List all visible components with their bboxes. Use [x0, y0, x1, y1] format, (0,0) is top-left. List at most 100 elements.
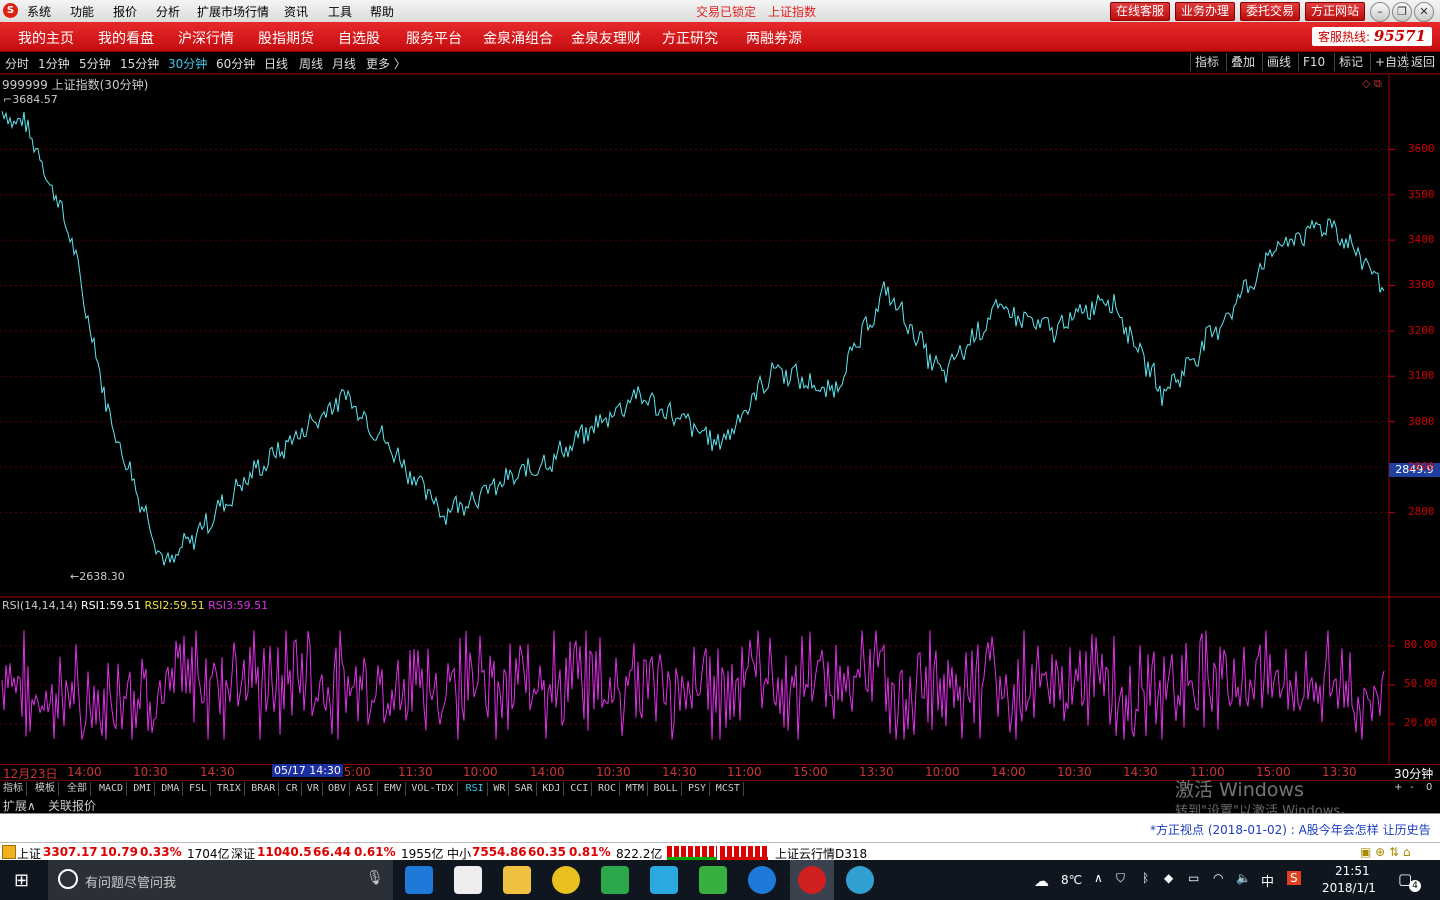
- store-icon[interactable]: [454, 866, 482, 894]
- zoom-out-button[interactable]: -: [1410, 782, 1414, 793]
- period-1min[interactable]: 1分钟: [38, 55, 70, 72]
- close-icon[interactable]: ✕: [1414, 2, 1434, 22]
- related-quote-button[interactable]: 关联报价: [48, 797, 96, 814]
- period-more[interactable]: 更多 〉: [366, 55, 406, 72]
- website-button[interactable]: 方正网站: [1305, 2, 1366, 21]
- indicator-tab-2[interactable]: 全部: [64, 782, 91, 796]
- indicator-tab-1[interactable]: 模板: [32, 782, 59, 796]
- ie-icon[interactable]: [748, 866, 776, 894]
- news-ticker[interactable]: *方正视点 (2018-01-02) : A股今年会怎样 让历史告: [1150, 821, 1431, 838]
- menu-function[interactable]: 功能: [70, 3, 94, 20]
- business-button[interactable]: 业务办理: [1175, 2, 1236, 21]
- expand-button[interactable]: 扩展∧: [3, 797, 36, 814]
- indicator-tab-15[interactable]: RSI: [463, 782, 488, 796]
- period-30min[interactable]: 30分钟: [168, 55, 207, 72]
- nav-service[interactable]: 服务平台: [406, 28, 462, 48]
- indicator-tab-5[interactable]: DMA: [158, 782, 184, 796]
- indicator-tab-24[interactable]: MCST: [713, 782, 744, 796]
- indicator-tab-18[interactable]: KDJ: [539, 782, 565, 796]
- nav-watch[interactable]: 我的看盘: [98, 28, 154, 48]
- weather-icon[interactable]: ☁: [1034, 872, 1049, 890]
- period-week[interactable]: 周线: [299, 55, 323, 72]
- nav-research[interactable]: 方正研究: [662, 28, 718, 48]
- period-5min[interactable]: 5分钟: [79, 55, 111, 72]
- indicator-tab-10[interactable]: VR: [304, 782, 323, 796]
- file-explorer-icon[interactable]: [503, 866, 531, 894]
- clock-date[interactable]: 2018/1/1: [1322, 881, 1376, 895]
- chart-options-icon[interactable]: ◇ ⧉: [1362, 77, 1382, 91]
- indicator-tab-12[interactable]: ASI: [353, 782, 378, 796]
- nav-finance[interactable]: 金泉友理财: [571, 28, 641, 48]
- menu-help[interactable]: 帮助: [370, 3, 394, 20]
- indicator-tab-19[interactable]: CCI: [567, 782, 593, 796]
- period-month[interactable]: 月线: [332, 55, 356, 72]
- windows-start-icon[interactable]: ⊞: [14, 870, 29, 891]
- tool-f10[interactable]: F10: [1298, 53, 1329, 71]
- app-green-icon[interactable]: [601, 866, 629, 894]
- indicator-tab-0[interactable]: 指标: [0, 782, 27, 796]
- nav-futures[interactable]: 股指期货: [258, 28, 314, 48]
- nav-margin[interactable]: 两融券源: [746, 28, 802, 48]
- menu-news[interactable]: 资讯: [284, 3, 308, 20]
- diamond-icon[interactable]: ◆: [1164, 871, 1173, 885]
- menu-system[interactable]: 系统: [27, 3, 51, 20]
- period-15min[interactable]: 15分钟: [120, 55, 159, 72]
- online-service-button[interactable]: 在线客服: [1110, 2, 1171, 21]
- tool-draw[interactable]: 画线: [1262, 53, 1295, 71]
- edge-icon[interactable]: [405, 866, 433, 894]
- indicator-tab-16[interactable]: WR: [490, 782, 510, 796]
- tool-mark[interactable]: 标记: [1334, 53, 1367, 71]
- clock-time[interactable]: 21:51: [1335, 864, 1370, 878]
- menu-ext-market[interactable]: 扩展市场行情: [197, 3, 269, 20]
- minimize-icon[interactable]: –: [1370, 2, 1390, 22]
- tool-back[interactable]: 返回: [1406, 53, 1439, 71]
- indicator-tab-6[interactable]: FSL: [186, 782, 212, 796]
- restore-icon[interactable]: ❐: [1392, 2, 1412, 22]
- battery-icon[interactable]: ▭: [1188, 871, 1199, 885]
- zoom-in-button[interactable]: +: [1394, 782, 1402, 793]
- indicator-tab-17[interactable]: SAR: [512, 782, 537, 796]
- tool-overlay[interactable]: 叠加: [1226, 53, 1259, 71]
- menu-quote[interactable]: 报价: [113, 3, 137, 20]
- nav-watchlist[interactable]: 自选股: [338, 28, 380, 48]
- indicator-tab-9[interactable]: CR: [283, 782, 302, 796]
- indicator-tab-3[interactable]: MACD: [96, 782, 128, 796]
- status-tools-icon[interactable]: ▣ ⊕ ⇅ ⌂: [1360, 845, 1411, 859]
- indicator-tab-21[interactable]: MTM: [623, 782, 648, 796]
- period-tick[interactable]: 分时: [5, 55, 29, 72]
- nav-market[interactable]: 沪深行情: [178, 28, 234, 48]
- sogou-icon[interactable]: S: [1287, 871, 1301, 885]
- period-day[interactable]: 日线: [264, 55, 288, 72]
- microphone-icon[interactable]: 🎙: [366, 870, 384, 886]
- search-box[interactable]: 有问题尽管问我 🎙: [48, 860, 393, 900]
- nav-home[interactable]: 我的主页: [18, 28, 74, 48]
- wifi-icon[interactable]: ◠: [1213, 871, 1223, 885]
- trade-button[interactable]: 委托交易: [1240, 2, 1301, 21]
- founder-app-icon[interactable]: [798, 866, 826, 894]
- reset-button[interactable]: 0: [1426, 782, 1432, 793]
- indicator-tab-20[interactable]: ROC: [595, 782, 621, 796]
- ime-indicator[interactable]: 中: [1261, 871, 1274, 890]
- video-player-icon[interactable]: [650, 866, 678, 894]
- indicator-tab-7[interactable]: TRIX: [214, 782, 245, 796]
- indicator-tab-13[interactable]: EMV: [381, 782, 406, 796]
- shield-icon[interactable]: ⛉: [1116, 871, 1125, 886]
- tool-indicator[interactable]: 指标: [1190, 53, 1223, 71]
- globe-app-icon[interactable]: [846, 866, 874, 894]
- menu-analysis[interactable]: 分析: [156, 3, 180, 20]
- period-60min[interactable]: 60分钟: [216, 55, 255, 72]
- nav-portfolio[interactable]: 金泉涌组合: [483, 28, 553, 48]
- indicator-tab-4[interactable]: DMI: [130, 782, 156, 796]
- tray-expand-icon[interactable]: ∧: [1094, 871, 1103, 885]
- indicator-tab-8[interactable]: BRAR: [248, 782, 280, 796]
- indicator-tab-22[interactable]: BOLL: [651, 782, 682, 796]
- kline-chart[interactable]: [0, 74, 1440, 764]
- indicator-tab-14[interactable]: VOL-TDX: [408, 782, 458, 796]
- bluetooth-icon[interactable]: ᛒ: [1142, 871, 1149, 885]
- iqiyi-icon[interactable]: [699, 866, 727, 894]
- browser-360-icon[interactable]: [552, 866, 580, 894]
- menu-tools[interactable]: 工具: [328, 3, 352, 20]
- volume-icon[interactable]: 🔈: [1236, 871, 1251, 885]
- indicator-tab-11[interactable]: OBV: [325, 782, 351, 796]
- indicator-tab-23[interactable]: PSY: [685, 782, 711, 796]
